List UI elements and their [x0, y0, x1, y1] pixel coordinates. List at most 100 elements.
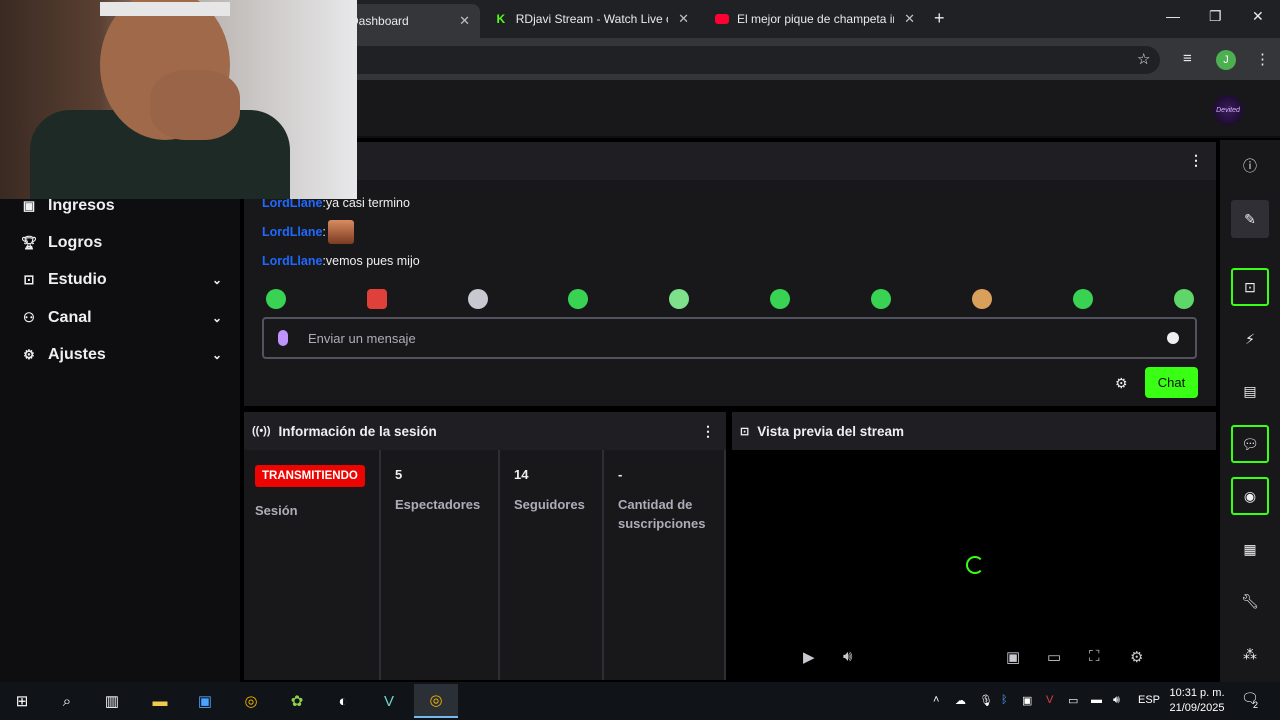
emoji-picker-icon[interactable] — [1167, 332, 1179, 344]
tab-dashboard[interactable]: Dashboard ✕ — [340, 4, 480, 38]
address-bar[interactable] — [330, 46, 1160, 74]
send-chat-button[interactable]: Chat — [1145, 367, 1198, 398]
emote-icon[interactable] — [972, 289, 992, 309]
tab-close-icon[interactable]: ✕ — [904, 11, 915, 27]
bluetooth-icon[interactable]: ᛒ — [1001, 694, 1008, 706]
chat-input-box[interactable] — [262, 317, 1197, 359]
studio-rail-icon[interactable]: ⊡ — [1231, 268, 1269, 306]
new-tab-button[interactable]: + — [934, 8, 945, 29]
preview-icon: ⊡ — [740, 425, 750, 438]
chat-rail-icon[interactable]: 💬︎ — [1231, 425, 1269, 463]
share-icon[interactable]: ⁂ — [1231, 635, 1269, 673]
input-language[interactable]: ESP — [1138, 694, 1160, 706]
session-label: Sesión — [255, 503, 298, 518]
theater-mode-icon[interactable]: ▭ — [1047, 648, 1061, 666]
chat-username[interactable]: LordLlane — [262, 225, 322, 239]
activity-feed-icon[interactable]: ▦ — [1231, 530, 1269, 568]
battery-icon[interactable]: ▬ — [1091, 694, 1102, 706]
settings-icon: ⚙ — [23, 347, 35, 362]
site-logo[interactable]: Devited — [1213, 95, 1243, 125]
store-icon[interactable]: ▣ — [194, 690, 216, 712]
taskbar-clock[interactable]: 10:31 p. m. 21/09/2025 — [1164, 686, 1230, 716]
chat-settings-icon[interactable]: ⚙ — [1115, 375, 1128, 392]
broadcast-rail-icon[interactable]: ◉ — [1231, 477, 1269, 515]
emote-icon[interactable] — [367, 289, 387, 309]
emote-icon[interactable] — [669, 289, 689, 309]
channel-icon: ⚇ — [23, 310, 35, 325]
vegas-icon[interactable]: V — [378, 690, 400, 712]
microphone-tray-icon[interactable]: 🎙︎ — [979, 694, 993, 707]
sidebar-item-logros[interactable]: 🏆︎ Logros — [18, 228, 228, 258]
windows-taskbar — [0, 682, 1280, 720]
sidebar-item-estudio[interactable]: ⊡ Estudio ⌄ — [18, 265, 228, 295]
chevron-down-icon: ⌄ — [211, 311, 222, 325]
emote-icon[interactable] — [871, 289, 891, 309]
tab-close-icon[interactable]: ✕ — [459, 13, 470, 29]
stat-column — [500, 450, 604, 680]
sidebar — [0, 140, 240, 682]
profile-avatar[interactable]: J — [1216, 50, 1236, 70]
search-icon[interactable]: ⌕ — [56, 690, 78, 712]
fullscreen-icon[interactable]: ⛶ — [1089, 648, 1100, 665]
viewers-label: Espectadores — [395, 497, 481, 512]
bookmark-star-icon[interactable]: ☆ — [1137, 50, 1150, 68]
network-icon[interactable]: ▭ — [1068, 694, 1078, 707]
stat-column — [604, 450, 726, 680]
tab-youtube[interactable]: El mejor pique de champeta im ✕ — [705, 4, 925, 34]
media-control-icon[interactable]: ≡ — [1183, 50, 1192, 67]
sidebar-item-label: Ajustes — [48, 346, 106, 363]
chat-username[interactable]: LordLlane — [262, 254, 322, 268]
chrome-icon[interactable]: ◎ — [240, 690, 262, 712]
subscriptions-count: - — [618, 467, 623, 482]
windows-start-icon[interactable]: ⊞ — [11, 690, 33, 712]
viewers-count: 5 — [395, 467, 403, 482]
file-explorer-icon[interactable]: ▬ — [149, 690, 171, 712]
edit-icon[interactable]: ✎ — [1231, 200, 1269, 238]
chrome-active-icon[interactable]: ◎ — [414, 684, 458, 718]
wrench-icon[interactable]: 🔧︎ — [1231, 582, 1269, 620]
browser-menu-icon[interactable]: ⋮ — [1255, 50, 1270, 68]
play-icon[interactable]: ▶ — [803, 648, 815, 666]
tab-close-icon[interactable]: ✕ — [678, 11, 689, 27]
sidebar-item-canal[interactable]: ⚇ Canal ⌄ — [18, 303, 228, 333]
microphone-icon[interactable] — [278, 330, 288, 346]
volume-icon[interactable]: 🔊︎ — [843, 648, 852, 665]
tray-chevron-icon[interactable]: ˄ — [933, 694, 939, 706]
tray-app-icon[interactable]: ☁ — [955, 694, 966, 707]
preview-panel-title: Vista previa del stream — [757, 423, 905, 439]
info-icon[interactable]: ⓘ — [1231, 147, 1269, 185]
followers-label: Seguidores — [514, 497, 585, 512]
picture-in-picture-icon[interactable]: ▣ — [1006, 648, 1020, 666]
tab-title: El mejor pique de champeta im — [737, 12, 895, 26]
lightning-icon[interactable]: ⚡︎ — [1231, 320, 1269, 358]
sidebar-item-label: Estudio — [48, 271, 107, 288]
restore-icon[interactable]: ❐ — [1209, 8, 1222, 25]
emote-icon[interactable] — [1073, 289, 1093, 309]
player-settings-icon[interactable]: ⚙ — [1130, 648, 1143, 666]
sidebar-item-ajustes[interactable]: ⚙ Ajustes ⌄ — [18, 340, 228, 370]
trophy-icon: 🏆︎ — [20, 235, 38, 250]
chat-menu-icon[interactable]: ⋮ — [1189, 152, 1203, 169]
emote-icon[interactable] — [568, 289, 588, 309]
tray-app-icon[interactable]: ▣ — [1022, 694, 1032, 707]
app-icon[interactable]: ✿ — [286, 690, 308, 712]
tray-app-icon[interactable]: V — [1046, 694, 1053, 706]
notes-icon[interactable]: ▤ — [1231, 372, 1269, 410]
task-view-icon[interactable]: ▥ — [101, 690, 123, 712]
chat-panel — [244, 142, 1216, 406]
window-close-icon[interactable]: ✕ — [1252, 8, 1264, 25]
webcam-overlay — [0, 0, 357, 199]
obs-icon[interactable]: ◐ — [332, 690, 354, 712]
emote-icon[interactable] — [770, 289, 790, 309]
session-panel-title: Información de la sesión — [278, 423, 437, 439]
speaker-icon[interactable]: 🔊︎ — [1113, 694, 1120, 707]
minimize-icon[interactable]: — — [1166, 8, 1180, 24]
chat-input[interactable] — [308, 330, 1128, 346]
tab-title: RDjavi Stream - Watch Live on Kick — [515, 12, 668, 26]
emote-icon[interactable] — [266, 289, 286, 309]
emote-icon[interactable] — [1174, 289, 1194, 309]
session-menu-icon[interactable]: ⋮ — [701, 423, 715, 440]
tab-kick[interactable]: K RDjavi Stream - Watch Live on Kick ✕ — [484, 4, 699, 34]
emote-icon[interactable] — [468, 289, 488, 309]
sidebar-item-label: Ingresos — [48, 197, 115, 214]
